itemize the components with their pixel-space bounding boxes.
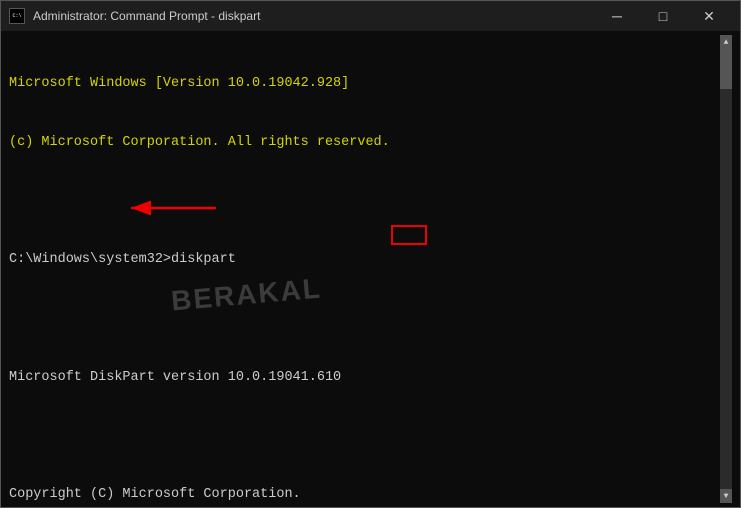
scrollbar[interactable]: ▲ ▼ — [720, 35, 732, 503]
cmd-window: Administrator: Command Prompt - diskpart… — [0, 0, 741, 508]
console-area[interactable]: Microsoft Windows [Version 10.0.19042.92… — [1, 31, 740, 507]
console-line-8: Copyright (C) Microsoft Corporation. — [9, 485, 720, 505]
scroll-down-button[interactable]: ▼ — [720, 489, 732, 503]
title-bar-controls: ─ □ ✕ — [594, 1, 732, 31]
console-line-3 — [9, 192, 720, 212]
scroll-up-button[interactable]: ▲ — [720, 35, 732, 49]
scroll-thumb[interactable] — [720, 49, 732, 89]
title-bar: Administrator: Command Prompt - diskpart… — [1, 1, 740, 31]
console-line-6: Microsoft DiskPart version 10.0.19041.61… — [9, 368, 720, 388]
maximize-button[interactable]: □ — [640, 1, 686, 31]
window-title: Administrator: Command Prompt - diskpart — [33, 9, 260, 23]
cmd-icon — [9, 8, 25, 24]
console-output: Microsoft Windows [Version 10.0.19042.92… — [9, 35, 720, 503]
close-button[interactable]: ✕ — [686, 1, 732, 31]
title-bar-left: Administrator: Command Prompt - diskpart — [9, 8, 260, 24]
console-line-4: C:\Windows\system32>diskpart — [9, 250, 720, 270]
console-line-2: (c) Microsoft Corporation. All rights re… — [9, 133, 720, 153]
minimize-button[interactable]: ─ — [594, 1, 640, 31]
console-line-5 — [9, 309, 720, 329]
console-line-7 — [9, 426, 720, 446]
scroll-track[interactable] — [720, 49, 732, 489]
console-line-1: Microsoft Windows [Version 10.0.19042.92… — [9, 74, 720, 94]
